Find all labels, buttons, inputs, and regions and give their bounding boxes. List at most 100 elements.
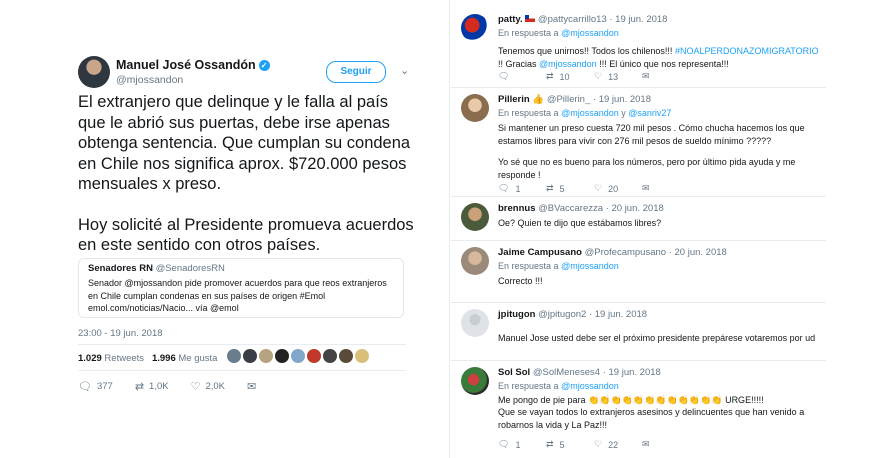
chevron-down-icon[interactable]: ⌄	[400, 64, 409, 77]
reply-to: En respuesta a @mjossandon	[498, 381, 619, 391]
reply-text: Si mantener un preso cuesta 720 mil peso…	[498, 123, 805, 146]
reply-button[interactable]: 🗨 1	[498, 439, 546, 450]
reply-text: Manuel Jose usted debe ser el próximo pr…	[498, 333, 816, 343]
avatar[interactable]	[339, 349, 353, 363]
envelope-icon: ✉	[247, 381, 257, 393]
reply-to: En respuesta a @mjossandon	[498, 28, 619, 38]
direct-message-button[interactable]: ✉	[642, 439, 690, 450]
mention-link[interactable]: @mjossandon	[561, 108, 619, 118]
mention-link[interactable]: @mjossandon	[561, 381, 619, 391]
quoted-tweet-header: Senadores RN @SenadoresRN	[88, 263, 225, 274]
avatar[interactable]	[461, 14, 489, 42]
reply-icon: 🗨	[498, 183, 510, 193]
reply-header: Sol Sol @SolMeneses4 · 19 jun. 2018	[498, 367, 661, 378]
reply-to: En respuesta a @mjossandon	[498, 261, 619, 271]
reply-to: En respuesta a @mjossandon y @sanriv27	[498, 108, 672, 118]
divider	[78, 344, 406, 345]
retweet-icon: ⇄	[134, 381, 145, 393]
retweet-button[interactable]: ⇄ 10	[546, 71, 594, 82]
list-item[interactable]: Pillerin 👍 @Pillerin_ · 19 jun. 2018 En …	[451, 88, 826, 197]
verified-badge-icon: ✓	[258, 60, 270, 71]
reply-text: Yo sé que no es bueno para los números, …	[498, 157, 796, 180]
reply-header: patty. @pattycarrillo13 · 19 jun. 2018	[498, 14, 668, 25]
reply-header: Pillerin 👍 @Pillerin_ · 19 jun. 2018	[498, 94, 651, 105]
envelope-icon: ✉	[642, 439, 650, 449]
reply-icon: 🗨	[78, 381, 92, 393]
default-avatar-icon[interactable]	[461, 309, 489, 337]
reply-text: Oe? Quien te dijo que estábamos libres?	[498, 218, 662, 228]
reply-button[interactable]: 🗨 377	[78, 380, 113, 393]
quoted-tweet[interactable]: Senadores RN @SenadoresRN Senador @mjoss…	[78, 258, 404, 318]
tweet-paragraph-2: Hoy solicité al Presidente promueva acue…	[78, 215, 414, 255]
like-button[interactable]: ♡ 13	[594, 71, 642, 82]
retweet-icon: ⇄	[546, 183, 554, 193]
mention-link[interactable]: @mjossandon	[539, 59, 597, 69]
envelope-icon: ✉	[642, 183, 650, 193]
clapping-hands-icon: 👏👏👏👏👏👏👏👏👏👏👏👏	[588, 395, 723, 405]
thumbs-up-icon: 👍	[532, 94, 545, 105]
author-avatar[interactable]	[78, 56, 110, 88]
direct-message-button[interactable]: ✉	[247, 380, 256, 393]
tweet-body: El extranjero que delinque y le falla al…	[78, 92, 418, 256]
chile-flag-icon	[525, 15, 536, 22]
reply-icon: 🗨	[498, 439, 510, 449]
heart-icon: ♡	[190, 381, 201, 393]
reply-text: Correcto !!!	[498, 276, 543, 286]
avatar[interactable]	[461, 203, 489, 231]
direct-message-button[interactable]: ✉	[642, 71, 690, 82]
engagement-stats[interactable]: 1.029 Retweets 1.996 Me gusta	[78, 353, 217, 364]
like-button[interactable]: ♡ 20	[594, 183, 642, 194]
avatar[interactable]	[461, 94, 489, 122]
author-name[interactable]: Manuel José Ossandón ✓	[116, 58, 270, 72]
avatar[interactable]	[227, 349, 241, 363]
tweet-actions: 🗨 377 ⇄ 1,0K ♡ 2,0K ✉	[78, 380, 278, 393]
heart-icon: ♡	[594, 183, 603, 193]
list-item[interactable]: Jaime Campusano @Profecampusano · 20 jun…	[451, 241, 826, 303]
avatar[interactable]	[259, 349, 273, 363]
tweet-timestamp[interactable]: 23:00 - 19 jun. 2018	[78, 328, 163, 339]
mention-link[interactable]: @mjossandon	[561, 28, 619, 38]
envelope-icon: ✉	[642, 71, 650, 81]
list-item[interactable]: patty. @pattycarrillo13 · 19 jun. 2018 E…	[451, 8, 826, 88]
reply-icon: 🗨	[498, 71, 510, 81]
list-item[interactable]: Sol Sol @SolMeneses4 · 19 jun. 2018 En r…	[451, 361, 826, 458]
reply-text: Me pongo de pie para 👏👏👏👏👏👏👏👏👏👏👏👏 URGE!!…	[498, 395, 764, 405]
main-tweet: Manuel José Ossandón ✓ @mjossandon Seguir…	[62, 40, 422, 458]
divider	[78, 370, 406, 371]
list-item[interactable]: jpitugon @jpitugon2 · 19 jun. 2018 Manue…	[451, 303, 826, 361]
reply-actions: 🗨 1 ⇄ 5 ♡ 22 ✉	[498, 439, 690, 450]
avatar[interactable]	[461, 367, 489, 395]
follow-button[interactable]: Seguir	[326, 61, 386, 83]
hashtag-link[interactable]: #NOALPERDONAZOMIGRATORIO	[675, 46, 819, 56]
quoted-tweet-text: Senador @mjossandon pide promover acuerd…	[88, 278, 387, 313]
liker-avatars[interactable]	[227, 349, 369, 363]
avatar[interactable]	[323, 349, 337, 363]
author-handle[interactable]: @mjossandon	[116, 74, 183, 86]
reply-actions: 🗨 ⇄ 10 ♡ 13 ✉	[498, 71, 690, 82]
avatar[interactable]	[355, 349, 369, 363]
column-divider	[449, 0, 450, 458]
retweet-button[interactable]: ⇄ 1,0K	[135, 380, 169, 393]
avatar[interactable]	[291, 349, 305, 363]
mention-link[interactable]: @mjossandon	[561, 261, 619, 271]
reply-button[interactable]: 🗨	[498, 71, 546, 82]
list-item[interactable]: brennus @BVaccarezza · 20 jun. 2018 Oe? …	[451, 197, 826, 241]
reply-header: Jaime Campusano @Profecampusano · 20 jun…	[498, 247, 727, 258]
tweet-paragraph-1: El extranjero que delinque y le falla al…	[78, 93, 411, 193]
reply-header: brennus @BVaccarezza · 20 jun. 2018	[498, 203, 664, 214]
heart-icon: ♡	[594, 439, 603, 449]
direct-message-button[interactable]: ✉	[642, 183, 690, 194]
like-button[interactable]: ♡ 22	[594, 439, 642, 450]
retweet-icon: ⇄	[546, 71, 554, 81]
reply-button[interactable]: 🗨 1	[498, 183, 546, 194]
retweet-button[interactable]: ⇄ 5	[546, 439, 594, 450]
like-button[interactable]: ♡ 2,0K	[191, 380, 225, 393]
heart-icon: ♡	[594, 71, 603, 81]
avatar[interactable]	[461, 247, 489, 275]
retweet-button[interactable]: ⇄ 5	[546, 183, 594, 194]
reply-text: Que se vayan todos lo extranjeros asesin…	[498, 407, 805, 430]
mention-link[interactable]: @sanriv27	[628, 108, 671, 118]
avatar[interactable]	[243, 349, 257, 363]
avatar[interactable]	[307, 349, 321, 363]
avatar[interactable]	[275, 349, 289, 363]
